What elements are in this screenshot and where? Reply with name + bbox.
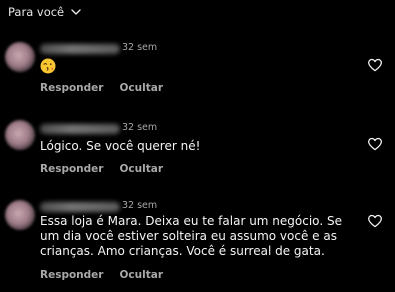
username-redacted[interactable] [40,202,120,212]
chevron-down-icon [71,9,81,15]
comment-item: 32 sem Responder Ocultar [0,36,395,106]
reply-button[interactable]: Responder [40,163,103,175]
username-redacted[interactable] [40,44,120,54]
comment-timestamp: 32 sem [122,122,158,133]
heart-icon[interactable] [367,57,383,73]
comment-text [40,58,350,78]
hide-button[interactable]: Ocultar [119,82,163,94]
avatar[interactable] [5,42,35,72]
comment-actions: Responder Ocultar [40,82,163,94]
comment-item: 32 sem Lógico. Se você querer né! Respon… [0,116,395,188]
comment-item: 32 sem Essa loja é Mara. Deixa eu te fal… [0,194,395,290]
heart-icon[interactable] [367,213,383,229]
username-redacted[interactable] [40,124,120,134]
hide-button[interactable]: Ocultar [119,163,163,175]
hide-button[interactable]: Ocultar [119,269,163,281]
comment-text: Lógico. Se você querer né! [40,139,201,153]
avatar[interactable] [5,200,35,230]
heart-icon[interactable] [367,136,383,152]
feed-filter-label: Para você [8,5,65,19]
kissing-face-emoji [40,58,56,74]
reply-button[interactable]: Responder [40,82,103,94]
reply-button[interactable]: Responder [40,269,103,281]
avatar[interactable] [5,120,35,150]
comment-timestamp: 32 sem [122,200,158,211]
comment-actions: Responder Ocultar [40,163,163,175]
comment-timestamp: 32 sem [122,42,158,53]
comment-actions: Responder Ocultar [40,269,163,281]
comment-text: Essa loja é Mara. Deixa eu te falar um n… [40,214,342,258]
feed-filter-dropdown[interactable]: Para você [8,3,82,21]
